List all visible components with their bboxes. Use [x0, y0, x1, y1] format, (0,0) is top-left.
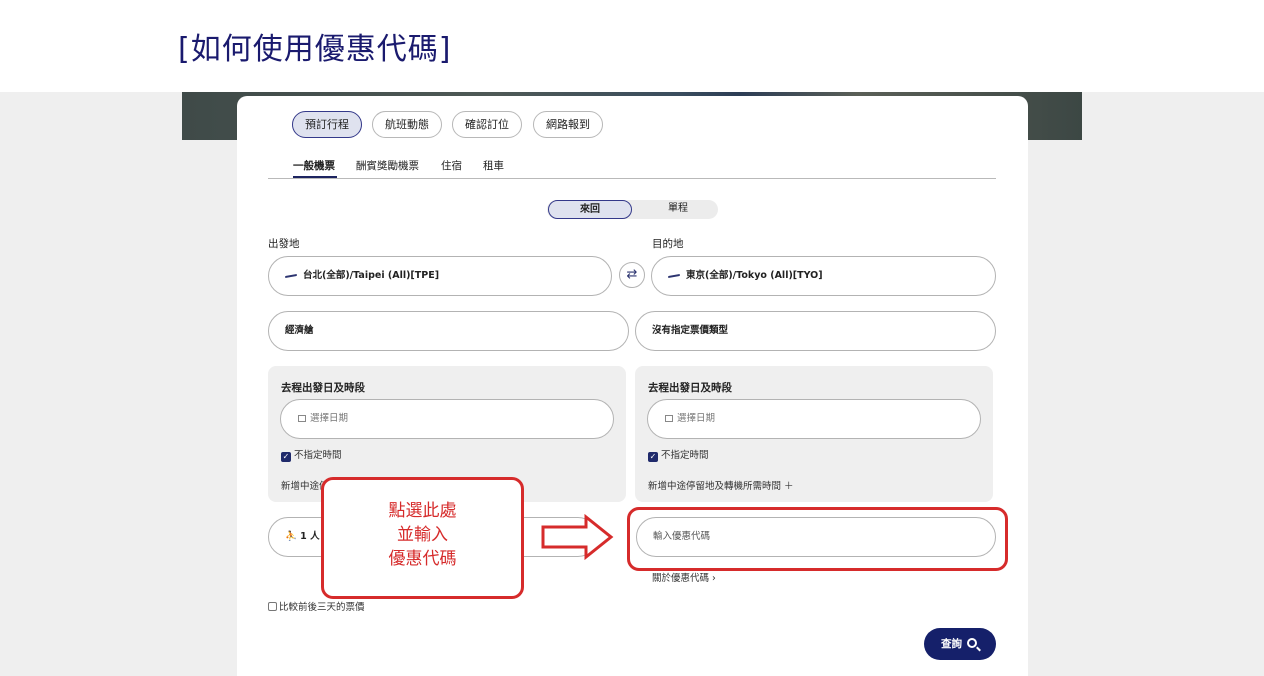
promo-highlight-box	[627, 507, 1008, 571]
compare-prices-label: 比較前後三天的票價	[279, 602, 365, 613]
outbound-date-label: 去程出發日及時段	[281, 382, 365, 394]
tab-manage-booking[interactable]: 確認訂位	[452, 111, 522, 138]
checkbox-checked-icon: ✓	[648, 452, 658, 462]
subtab-general-tickets[interactable]: 一般機票	[293, 158, 335, 173]
compare-prices-option[interactable]: 比較前後三天的票價	[268, 599, 365, 613]
plane-icon	[285, 273, 297, 278]
search-button-label: 查詢	[941, 638, 962, 650]
destination-label: 目的地	[652, 238, 684, 250]
outbound-date-input[interactable]: 選擇日期	[280, 399, 614, 439]
swap-icon[interactable]: ⇄	[619, 262, 645, 288]
search-icon	[967, 638, 977, 648]
destination-field[interactable]: 東京(全部)/Tokyo (All)[TYO]	[651, 256, 996, 296]
return-any-time[interactable]: ✓ 不指定時間	[648, 447, 709, 462]
callout-line-2: 並輸入	[397, 525, 448, 545]
about-promo-code-link[interactable]: 關於優惠代碼 ›	[652, 570, 716, 584]
outbound-date-placeholder: 選擇日期	[310, 413, 349, 424]
origin-field[interactable]: 台北(全部)/Taipei (All)[TPE]	[268, 256, 612, 296]
checkbox-checked-icon: ✓	[281, 452, 291, 462]
tab-flight-status[interactable]: 航班動態	[372, 111, 442, 138]
destination-value: 東京(全部)/Tokyo (All)[TYO]	[686, 270, 823, 281]
origin-label: 出發地	[268, 238, 300, 250]
tab-check-in[interactable]: 網路報到	[533, 111, 603, 138]
return-date-placeholder: 選擇日期	[677, 413, 716, 424]
return-date-input[interactable]: 選擇日期	[647, 399, 981, 439]
passenger-count: 1 人	[300, 531, 320, 542]
cabin-select[interactable]: 經濟艙	[268, 311, 629, 351]
calendar-icon	[665, 415, 673, 422]
return-add-stopover[interactable]: 新增中途停留地及轉機所需時間 ＋	[648, 478, 794, 492]
callout-line-1: 點選此處	[388, 501, 457, 521]
return-date-label: 去程出發日及時段	[648, 382, 732, 394]
calendar-icon	[298, 415, 306, 422]
right-arrow-icon	[541, 514, 614, 560]
plane-icon	[668, 273, 680, 278]
origin-value: 台北(全部)/Taipei (All)[TPE]	[303, 270, 440, 281]
instruction-callout: 點選此處 並輸入 優惠代碼	[321, 477, 524, 599]
subtab-car-rental[interactable]: 租車	[483, 158, 504, 173]
trip-type-toggle: 來回 單程	[547, 200, 718, 219]
outbound-any-time[interactable]: ✓ 不指定時間	[281, 447, 342, 462]
outbound-any-time-label: 不指定時間	[294, 450, 342, 461]
return-date-box: 去程出發日及時段 選擇日期 ✓ 不指定時間 新增中途停留地及轉機所需時間 ＋	[635, 366, 993, 502]
person-icon: ⛹	[285, 531, 297, 542]
divider	[268, 178, 996, 179]
tab-book-trip[interactable]: 預訂行程	[292, 111, 362, 138]
subtab-hotels[interactable]: 住宿	[441, 158, 462, 173]
page-title: [如何使用優惠代碼]	[178, 32, 452, 67]
search-button[interactable]: 查詢	[924, 628, 996, 660]
round-trip-option[interactable]: 來回	[548, 200, 632, 219]
one-way-option[interactable]: 單程	[643, 200, 713, 219]
return-any-time-label: 不指定時間	[661, 450, 709, 461]
fare-type-select[interactable]: 沒有指定票價類型	[635, 311, 996, 351]
subtab-award-tickets[interactable]: 酬賓獎勵機票	[356, 158, 419, 173]
checkbox-icon	[268, 602, 277, 611]
callout-line-3: 優惠代碼	[388, 549, 457, 569]
